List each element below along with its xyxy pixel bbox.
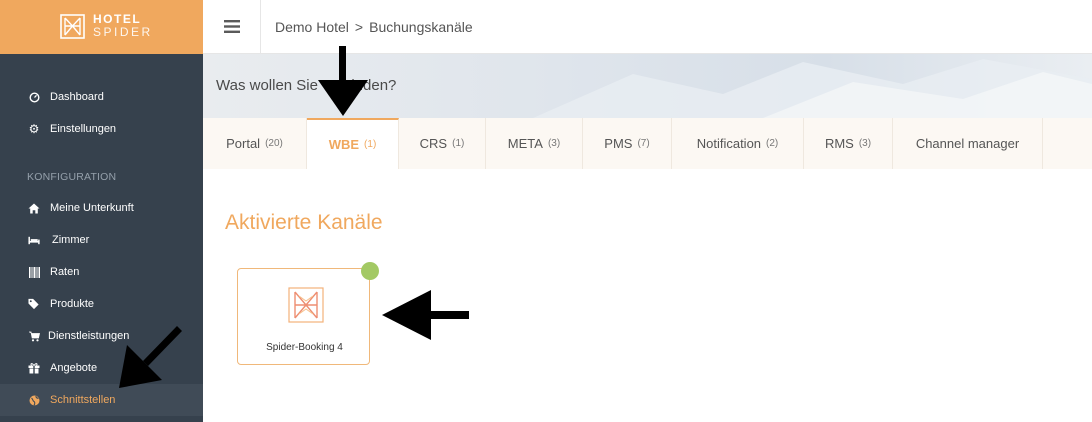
- tab-label: CRS: [419, 136, 448, 151]
- breadcrumb-item-demo-hotel[interactable]: Demo Hotel: [275, 19, 349, 35]
- annotation-arrow-diagonal-icon: [119, 326, 182, 388]
- sidebar-item-meine-unterkunft[interactable]: Meine Unterkunft: [0, 192, 203, 224]
- sidebar-item-label: Produkte: [50, 298, 95, 310]
- sidebar-item-dashboard[interactable]: Dashboard: [0, 81, 203, 113]
- tab-portal[interactable]: Portal (20): [203, 118, 307, 169]
- sidebar-item-label: Einstellungen: [50, 123, 117, 135]
- tab-wbe[interactable]: WBE (1): [307, 118, 399, 169]
- logo-bar[interactable]: HOTEL SPIDER: [0, 0, 203, 54]
- annotation-arrow-left-icon: [382, 290, 469, 340]
- tab-label: META: [507, 136, 543, 151]
- sidebar-item-label: Schnittstellen: [50, 394, 116, 406]
- tab-label: Notification: [696, 136, 762, 151]
- channel-name: Spider-Booking 4: [266, 342, 343, 353]
- sidebar-item-label: Raten: [50, 266, 80, 278]
- barcode-icon: [28, 266, 40, 278]
- menu-toggle-button[interactable]: [203, 0, 261, 53]
- tab-count: (1): [452, 138, 465, 149]
- tab-notification[interactable]: Notification (2): [672, 118, 804, 169]
- sidebar-item-zimmer[interactable]: Zimmer: [0, 224, 203, 256]
- sidebar-item-raten[interactable]: Raten: [0, 256, 203, 288]
- breadcrumb-separator: >: [354, 19, 364, 35]
- sidebar-item-label: Zimmer: [52, 234, 90, 246]
- tab-channel-manager[interactable]: Channel manager: [893, 118, 1043, 169]
- tab-label: Portal: [226, 136, 261, 151]
- bed-icon: [28, 234, 40, 246]
- hamburger-icon: [223, 20, 240, 33]
- tab-pms[interactable]: PMS (7): [583, 118, 672, 169]
- spider-booking-logo-icon: [288, 287, 324, 323]
- breadcrumb-item-buchungskanaele: Buchungskanäle: [369, 19, 473, 35]
- tab-count: (20): [265, 138, 283, 149]
- tab-count: (3): [547, 138, 561, 149]
- tab-crs[interactable]: CRS (1): [399, 118, 486, 169]
- gear-icon: ⚙: [28, 122, 40, 136]
- gauge-icon: [28, 91, 40, 103]
- tab-label: PMS: [604, 136, 633, 151]
- tab-label: WBE: [328, 137, 360, 152]
- home-icon: [28, 202, 40, 214]
- breadcrumb: Demo Hotel > Buchungskanäle: [275, 19, 473, 35]
- sidebar-section-konfiguration: KONFIGURATION: [27, 171, 117, 183]
- tab-count: (2): [766, 138, 779, 149]
- sidebar-item-einstellungen[interactable]: ⚙ Einstellungen: [0, 113, 203, 145]
- tab-label: Channel manager: [915, 136, 1020, 151]
- sidebar-item-label: Meine Unterkunft: [50, 202, 134, 214]
- channel-card-spider-booking-4[interactable]: Spider-Booking 4: [237, 268, 370, 365]
- tab-count: (7): [637, 138, 650, 149]
- tab-count: (1): [364, 139, 377, 150]
- sidebar-item-produkte[interactable]: Produkte: [0, 288, 203, 320]
- tab-label: RMS: [824, 136, 854, 151]
- sidebar-item-label: Dashboard: [50, 91, 104, 103]
- logo-line-2: SPIDER: [93, 25, 153, 39]
- annotation-arrow-down-icon: [318, 46, 368, 116]
- channel-status-indicator: [361, 262, 379, 280]
- channel-type-tabs: Portal (20) WBE (1) CRS (1) META (3) PMS (7) …: [203, 118, 1092, 169]
- sidebar-item-label: Angebote: [50, 362, 98, 374]
- globe-icon: [28, 394, 40, 406]
- tab-count: (3): [858, 138, 872, 149]
- hotel-spider-logo-icon: [60, 14, 85, 39]
- tab-rms[interactable]: RMS (3): [804, 118, 893, 169]
- tags-icon: [28, 298, 40, 310]
- logo-wordmark: HOTEL SPIDER: [93, 13, 153, 39]
- cart-icon: [28, 330, 40, 342]
- tab-meta[interactable]: META (3): [486, 118, 583, 169]
- hero-title: Was wollen Sie verbinden?: [216, 77, 397, 94]
- gift-icon: [28, 362, 40, 374]
- section-title-activated-channels: Aktivierte Kanäle: [225, 211, 383, 234]
